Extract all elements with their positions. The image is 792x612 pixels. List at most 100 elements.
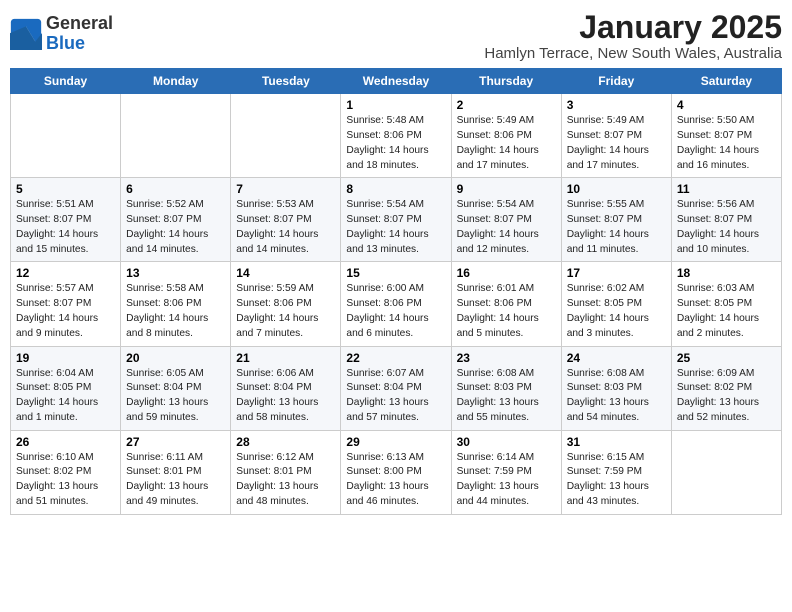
day-number: 27 [126,435,225,449]
day-info: Sunrise: 5:53 AM Sunset: 8:07 PM Dayligh… [236,198,335,257]
calendar-day-12: 12 Sunrise: 5:57 AM Sunset: 8:07 PM Dayli… [11,262,121,346]
calendar-day-6: 6Sunrise: 5:52 AM Sunset: 8:07 PM Daylig… [121,178,231,262]
day-info: Sunrise: 5:57 AM Sunset: 8:07 PM Dayligh… [16,282,115,341]
day-info: Sunrise: 5:54 AM Sunset: 8:07 PM Dayligh… [457,198,556,257]
day-number: 9 [457,182,556,196]
day-number: 29 [346,435,445,449]
calendar-week-row: 12 Sunrise: 5:57 AM Sunset: 8:07 PM Dayli… [11,262,782,346]
day-number: 13 [126,266,225,280]
calendar-day-7: 7 Sunrise: 5:53 AM Sunset: 8:07 PM Daylig… [231,178,341,262]
day-info: Sunrise: 6:07 AM Sunset: 8:04 PM Dayligh… [346,367,445,426]
weekday-header-monday: Monday [121,69,231,94]
logo-icon [10,18,42,50]
day-info: Sunrise: 6:10 AM Sunset: 8:02 PM Dayligh… [16,451,115,510]
calendar-day-3: 3 Sunrise: 5:49 AM Sunset: 8:07 PM Daylig… [561,94,671,178]
calendar-day-21: 21 Sunrise: 6:06 AM Sunset: 8:04 PM Dayli… [231,346,341,430]
logo-text: GeneralBlue [46,13,113,53]
day-info: Sunrise: 6:12 AM Sunset: 8:01 PM Dayligh… [236,451,335,510]
calendar-day-16: 16Sunrise: 6:01 AM Sunset: 8:06 PM Dayli… [451,262,561,346]
day-number: 16 [457,266,556,280]
calendar-day-11: 11 Sunrise: 5:56 AM Sunset: 8:07 PM Dayli… [671,178,781,262]
day-number: 14 [236,266,335,280]
calendar-day-5: 5Sunrise: 5:51 AM Sunset: 8:07 PM Daylig… [11,178,121,262]
day-info: Sunrise: 6:11 AM Sunset: 8:01 PM Dayligh… [126,451,225,510]
calendar-day-14: 14 Sunrise: 5:59 AM Sunset: 8:06 PM Dayli… [231,262,341,346]
day-number: 31 [567,435,666,449]
calendar-day-26: 26 Sunrise: 6:10 AM Sunset: 8:02 PM Dayli… [11,430,121,514]
day-info: Sunrise: 5:58 AM Sunset: 8:06 PM Dayligh… [126,282,225,341]
day-number: 7 [236,182,335,196]
day-number: 15 [346,266,445,280]
calendar-week-row: 19 Sunrise: 6:04 AM Sunset: 8:05 PM Dayli… [11,346,782,430]
day-info: Sunrise: 5:54 AM Sunset: 8:07 PM Dayligh… [346,198,445,257]
day-info: Sunrise: 6:05 AM Sunset: 8:04 PM Dayligh… [126,367,225,426]
day-info: Sunrise: 5:48 AM Sunset: 8:06 PM Dayligh… [346,114,445,173]
day-info: Sunrise: 6:06 AM Sunset: 8:04 PM Dayligh… [236,367,335,426]
day-info: Sunrise: 6:08 AM Sunset: 8:03 PM Dayligh… [457,367,556,426]
day-number: 2 [457,98,556,112]
calendar-day-20: 20 Sunrise: 6:05 AM Sunset: 8:04 PM Dayli… [121,346,231,430]
calendar-empty-cell [11,94,121,178]
day-number: 20 [126,351,225,365]
calendar-day-23: 23 Sunrise: 6:08 AM Sunset: 8:03 PM Dayli… [451,346,561,430]
calendar-day-2: 2 Sunrise: 5:49 AM Sunset: 8:06 PM Daylig… [451,94,561,178]
day-info: Sunrise: 5:56 AM Sunset: 8:07 PM Dayligh… [677,198,776,257]
day-number: 18 [677,266,776,280]
day-info: Sunrise: 5:59 AM Sunset: 8:06 PM Dayligh… [236,282,335,341]
calendar-week-row: 1 Sunrise: 5:48 AM Sunset: 8:06 PM Daylig… [11,94,782,178]
calendar-day-4: 4Sunrise: 5:50 AM Sunset: 8:07 PM Daylig… [671,94,781,178]
day-info: Sunrise: 5:55 AM Sunset: 8:07 PM Dayligh… [567,198,666,257]
calendar-day-10: 10 Sunrise: 5:55 AM Sunset: 8:07 PM Dayli… [561,178,671,262]
calendar-day-25: 25Sunrise: 6:09 AM Sunset: 8:02 PM Dayli… [671,346,781,430]
day-number: 11 [677,182,776,196]
weekday-header-saturday: Saturday [671,69,781,94]
day-number: 1 [346,98,445,112]
title-block: January 2025 Hamlyn Terrace, New South W… [484,10,782,62]
day-number: 3 [567,98,666,112]
day-info: Sunrise: 6:13 AM Sunset: 8:00 PM Dayligh… [346,451,445,510]
day-info: Sunrise: 5:50 AM Sunset: 8:07 PM Dayligh… [677,114,776,173]
calendar-empty-cell [231,94,341,178]
day-number: 22 [346,351,445,365]
calendar-day-29: 29 Sunrise: 6:13 AM Sunset: 8:00 PM Dayli… [341,430,451,514]
day-number: 12 [16,266,115,280]
day-info: Sunrise: 5:51 AM Sunset: 8:07 PM Dayligh… [16,198,115,257]
day-info: Sunrise: 6:03 AM Sunset: 8:05 PM Dayligh… [677,282,776,341]
calendar-day-8: 8 Sunrise: 5:54 AM Sunset: 8:07 PM Daylig… [341,178,451,262]
calendar-day-1: 1 Sunrise: 5:48 AM Sunset: 8:06 PM Daylig… [341,94,451,178]
day-info: Sunrise: 5:49 AM Sunset: 8:07 PM Dayligh… [567,114,666,173]
day-number: 19 [16,351,115,365]
calendar-week-row: 26 Sunrise: 6:10 AM Sunset: 8:02 PM Dayli… [11,430,782,514]
day-number: 21 [236,351,335,365]
day-info: Sunrise: 6:02 AM Sunset: 8:05 PM Dayligh… [567,282,666,341]
day-info: Sunrise: 6:00 AM Sunset: 8:06 PM Dayligh… [346,282,445,341]
calendar-day-18: 18 Sunrise: 6:03 AM Sunset: 8:05 PM Dayli… [671,262,781,346]
calendar-day-22: 22 Sunrise: 6:07 AM Sunset: 8:04 PM Dayli… [341,346,451,430]
day-number: 23 [457,351,556,365]
day-number: 24 [567,351,666,365]
day-info: Sunrise: 5:52 AM Sunset: 8:07 PM Dayligh… [126,198,225,257]
day-number: 17 [567,266,666,280]
calendar-day-28: 28 Sunrise: 6:12 AM Sunset: 8:01 PM Dayli… [231,430,341,514]
calendar-day-15: 15 Sunrise: 6:00 AM Sunset: 8:06 PM Dayli… [341,262,451,346]
day-number: 10 [567,182,666,196]
calendar-table: SundayMondayTuesdayWednesdayThursdayFrid… [10,68,782,515]
calendar-day-17: 17 Sunrise: 6:02 AM Sunset: 8:05 PM Dayli… [561,262,671,346]
calendar-empty-cell [671,430,781,514]
day-info: Sunrise: 6:14 AM Sunset: 7:59 PM Dayligh… [457,451,556,510]
day-number: 8 [346,182,445,196]
day-number: 28 [236,435,335,449]
day-number: 30 [457,435,556,449]
weekday-header-thursday: Thursday [451,69,561,94]
day-number: 26 [16,435,115,449]
calendar-day-27: 27 Sunrise: 6:11 AM Sunset: 8:01 PM Dayli… [121,430,231,514]
day-info: Sunrise: 5:49 AM Sunset: 8:06 PM Dayligh… [457,114,556,173]
calendar-day-31: 31Sunrise: 6:15 AM Sunset: 7:59 PM Dayli… [561,430,671,514]
logo: GeneralBlue [10,14,113,54]
calendar-subtitle: Hamlyn Terrace, New South Wales, Austral… [484,45,782,62]
calendar-day-9: 9 Sunrise: 5:54 AM Sunset: 8:07 PM Daylig… [451,178,561,262]
calendar-empty-cell [121,94,231,178]
day-info: Sunrise: 6:04 AM Sunset: 8:05 PM Dayligh… [16,367,115,426]
weekday-header-wednesday: Wednesday [341,69,451,94]
calendar-day-30: 30 Sunrise: 6:14 AM Sunset: 7:59 PM Dayli… [451,430,561,514]
